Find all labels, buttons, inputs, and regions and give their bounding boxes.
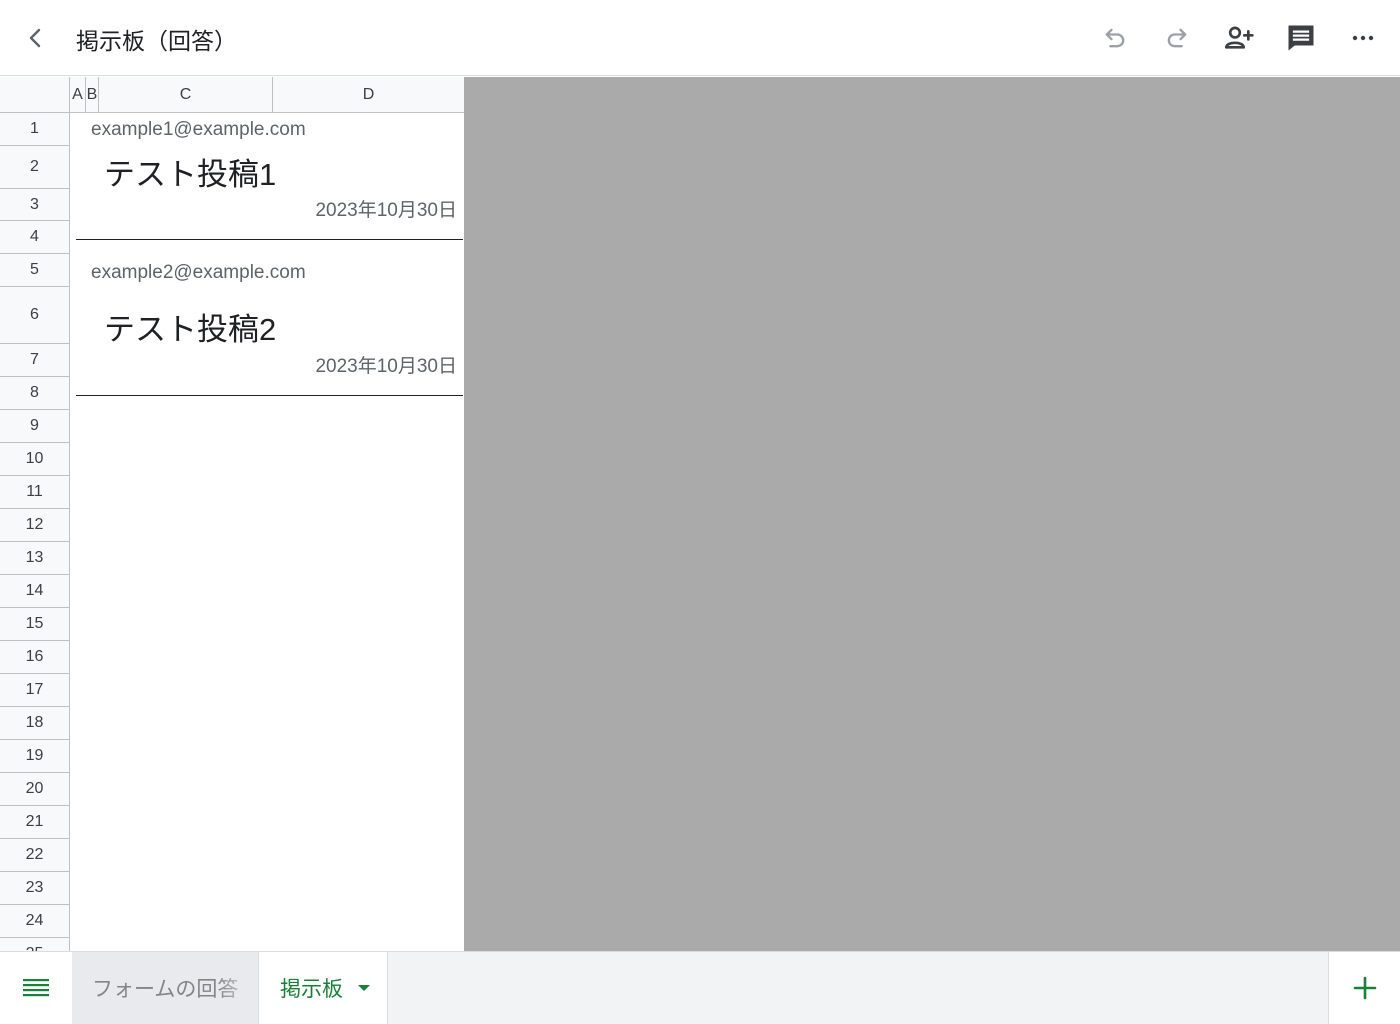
column-header-c[interactable]: C: [99, 77, 273, 113]
row-header[interactable]: 1: [0, 113, 70, 146]
redo-icon: [1167, 28, 1187, 48]
dropdown-arrow-icon[interactable]: [357, 983, 371, 993]
tab-fade: [218, 952, 258, 1024]
post-text[interactable]: テスト投稿1: [104, 149, 276, 194]
row-header[interactable]: 18: [0, 707, 70, 740]
column-header-b[interactable]: B: [86, 77, 99, 113]
row-header[interactable]: 15: [0, 608, 70, 641]
post-divider: [76, 239, 463, 240]
row-header[interactable]: 21: [0, 806, 70, 839]
row-header[interactable]: 17: [0, 674, 70, 707]
row-header[interactable]: 2: [0, 146, 70, 189]
top-app-bar: 掲示板（回答）: [0, 0, 1400, 76]
add-sheet-button[interactable]: [1328, 952, 1400, 1024]
column-header-d[interactable]: D: [273, 77, 464, 113]
row-header[interactable]: 3: [0, 189, 70, 221]
document-title: 掲示板（回答）: [76, 28, 237, 54]
post-email[interactable]: example2@example.com: [91, 262, 306, 284]
row-header[interactable]: 14: [0, 575, 70, 608]
row-header[interactable]: 7: [0, 344, 70, 377]
spreadsheet-grid[interactable]: A B C D 1 2 3 4 5 6 7 8 9 10 11 12 13 14 15 16 17 18 19 20 2…: [0, 77, 464, 951]
comment-icon: [1288, 25, 1314, 51]
row-header[interactable]: 19: [0, 740, 70, 773]
row-header[interactable]: 9: [0, 410, 70, 443]
undo-button[interactable]: [1095, 18, 1135, 58]
post-divider: [76, 395, 463, 396]
row-header[interactable]: 25: [0, 938, 70, 951]
post-email[interactable]: example1@example.com: [91, 119, 306, 141]
share-button[interactable]: [1219, 18, 1259, 58]
post-text[interactable]: テスト投稿2: [104, 304, 276, 349]
row-header[interactable]: 6: [0, 287, 70, 344]
row-header[interactable]: 12: [0, 509, 70, 542]
row-header[interactable]: 22: [0, 839, 70, 872]
row-header[interactable]: 8: [0, 377, 70, 410]
row-header[interactable]: 20: [0, 773, 70, 806]
sheet-tab-bar: フォームの回答 掲示板: [0, 951, 1400, 1024]
undo-icon: [1105, 28, 1125, 48]
comments-button[interactable]: [1281, 18, 1321, 58]
row-header[interactable]: 11: [0, 476, 70, 509]
row-header[interactable]: 13: [0, 542, 70, 575]
sheet-tab-form-responses[interactable]: フォームの回答: [72, 952, 258, 1024]
post-date[interactable]: 2023年10月30日: [315, 351, 457, 378]
back-icon: [29, 28, 41, 48]
back-button[interactable]: [16, 18, 56, 58]
row-header[interactable]: 24: [0, 905, 70, 938]
row-header[interactable]: 10: [0, 443, 70, 476]
sheet-tab-label: 掲示板: [280, 978, 343, 1001]
row-header[interactable]: 16: [0, 641, 70, 674]
row-header[interactable]: 5: [0, 254, 70, 287]
post-date[interactable]: 2023年10月30日: [315, 195, 457, 222]
plus-icon: [1353, 976, 1376, 1000]
select-all-corner[interactable]: [0, 77, 70, 113]
more-icon: [1352, 35, 1374, 41]
column-header-a[interactable]: A: [70, 77, 86, 113]
sheet-list-icon: [23, 979, 49, 997]
sheet-tab-label: フォームの回答: [92, 978, 239, 1001]
more-options-button[interactable]: [1343, 18, 1383, 58]
empty-canvas-area: [464, 77, 1400, 951]
row-header[interactable]: 23: [0, 872, 70, 905]
add-person-icon: [1225, 26, 1254, 49]
sheet-tab-bulletin-board[interactable]: 掲示板: [258, 952, 388, 1024]
redo-button[interactable]: [1157, 18, 1197, 58]
all-sheets-button[interactable]: [0, 952, 72, 1024]
row-header[interactable]: 4: [0, 221, 70, 254]
